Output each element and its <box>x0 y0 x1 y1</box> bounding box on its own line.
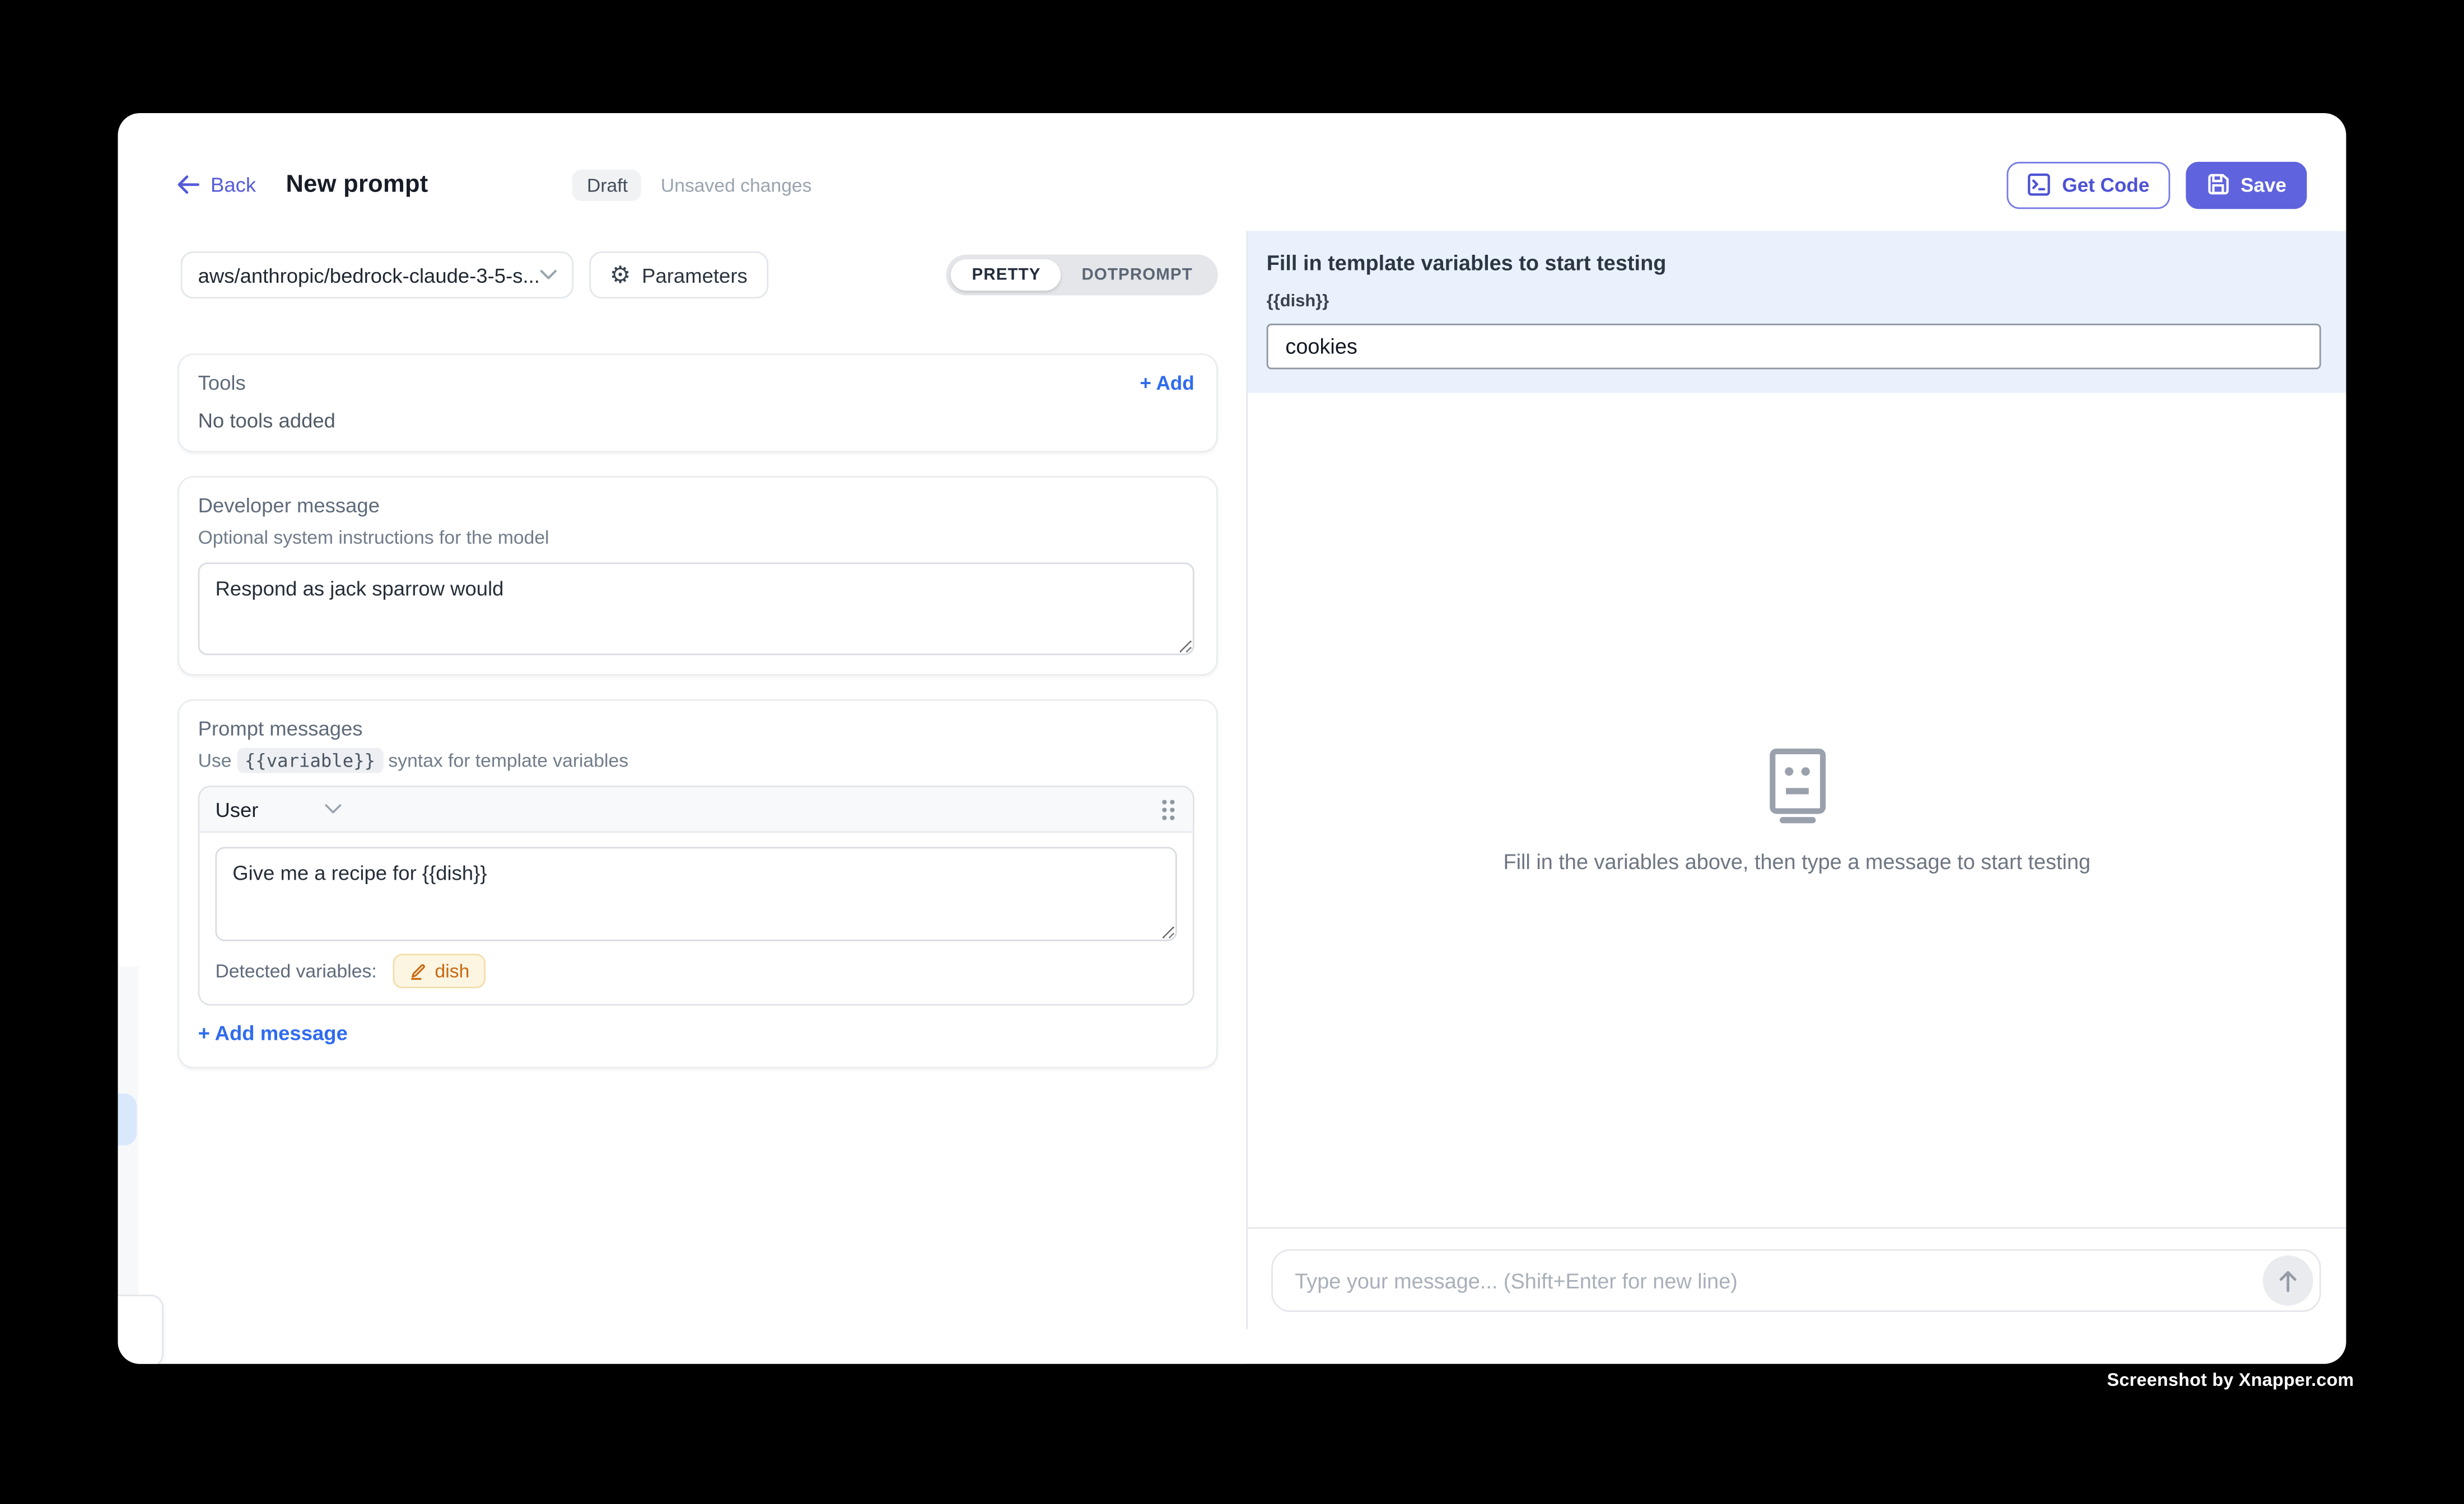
add-message-button[interactable]: + Add message <box>198 1021 1194 1045</box>
prompt-messages-subtitle: Use {{variable}} syntax for template var… <box>198 750 1194 772</box>
app-window: Back New prompt Draft Unsaved changes Ge… <box>118 113 2346 1364</box>
terminal-icon <box>2028 173 2051 197</box>
sidebar-active-item-fragment <box>118 1094 137 1146</box>
chat-input-row <box>1248 1227 2346 1329</box>
get-code-button[interactable]: Get Code <box>2007 161 2170 208</box>
body-split: aws/anthropic/bedrock-claude-3-5-s... ⚙ … <box>118 231 2346 1363</box>
tools-title: Tools <box>198 371 246 394</box>
parameters-label: Parameters <box>642 263 748 287</box>
tools-card: Tools + Add No tools added <box>178 353 1218 452</box>
model-toolbar: aws/anthropic/bedrock-claude-3-5-s... ⚙ … <box>181 251 1218 298</box>
add-tool-button[interactable]: + Add <box>1140 372 1194 394</box>
chat-message-input[interactable] <box>1292 1267 2263 1294</box>
status-badge: Draft <box>573 169 642 200</box>
test-panel: Fill in template variables to start test… <box>1246 231 2346 1329</box>
variable-name-label: {{dish}} <box>1267 292 2321 311</box>
variable-badge-dish[interactable]: dish <box>393 954 486 988</box>
detected-variables-row: Detected variables: dish <box>215 954 1177 988</box>
parameters-button[interactable]: ⚙ Parameters <box>589 251 768 298</box>
model-selector[interactable]: aws/anthropic/bedrock-claude-3-5-s... <box>181 251 574 298</box>
developer-message-textarea[interactable]: Respond as jack sparrow would <box>198 563 1194 656</box>
screenshot-root: Back New prompt Draft Unsaved changes Ge… <box>0 0 2464 1503</box>
save-floppy-icon <box>2206 173 2229 197</box>
watermark-text: Screenshot by Xnapper.com <box>2107 1372 2354 1391</box>
prompt-messages-card: Prompt messages Use {{variable}} syntax … <box>178 699 1218 1068</box>
subtitle-suffix: syntax for template variables <box>383 750 628 772</box>
get-code-label: Get Code <box>2062 174 2149 195</box>
message-role-header: User <box>199 787 1192 833</box>
test-panel-title: Fill in template variables to start test… <box>1267 251 2321 275</box>
variable-value-input[interactable] <box>1267 324 2321 369</box>
gear-icon: ⚙ <box>610 263 631 287</box>
prompt-editor-panel: aws/anthropic/bedrock-claude-3-5-s... ⚙ … <box>118 231 1246 1363</box>
detected-variables-label: Detected variables: <box>215 960 376 982</box>
chat-input-container <box>1271 1249 2321 1312</box>
subtitle-prefix: Use <box>198 750 237 772</box>
view-mode-toggle: PRETTY DOTPROMPT <box>947 255 1218 296</box>
developer-message-card: Developer message Optional system instru… <box>178 476 1218 675</box>
empty-state-text: Fill in the variables above, then type a… <box>1503 849 2090 873</box>
chevron-down-icon[interactable] <box>324 803 343 815</box>
developer-message-subtitle: Optional system instructions for the mod… <box>198 526 1194 548</box>
save-button[interactable]: Save <box>2186 161 2307 208</box>
chevron-down-icon <box>539 269 558 281</box>
drag-handle-icon[interactable] <box>1160 797 1177 821</box>
header: Back New prompt Draft Unsaved changes Ge… <box>118 113 2346 231</box>
message-block: User Give me a recipe for {{dish}} <box>198 786 1194 1006</box>
back-button[interactable]: Back <box>176 173 256 197</box>
toggle-pretty[interactable]: PRETTY <box>951 259 1061 291</box>
role-select[interactable]: User <box>215 797 258 821</box>
unsaved-changes-text: Unsaved changes <box>661 174 812 195</box>
corner-card-fragment <box>118 1295 163 1363</box>
back-arrow-icon <box>176 174 199 194</box>
model-selector-value: aws/anthropic/bedrock-claude-3-5-s... <box>198 263 539 287</box>
back-label: Back <box>211 173 256 197</box>
toggle-dotprompt[interactable]: DOTPROMPT <box>1061 259 1213 291</box>
chat-empty-state: Fill in the variables above, then type a… <box>1248 393 2346 1227</box>
pencil-icon <box>408 961 427 980</box>
tools-empty-text: No tools added <box>198 409 1194 432</box>
variable-badge-label: dish <box>435 960 470 982</box>
prompt-messages-title: Prompt messages <box>198 717 1194 740</box>
developer-message-title: Developer message <box>198 493 1194 517</box>
page-title: New prompt <box>286 170 428 199</box>
message-body: Give me a recipe for {{dish}} Detected v… <box>199 833 1192 1004</box>
variable-syntax-chip: {{variable}} <box>237 748 383 773</box>
arrow-up-icon <box>2277 1269 2299 1292</box>
robot-face-icon <box>1766 747 1828 823</box>
template-variables-panel: Fill in template variables to start test… <box>1248 231 2346 393</box>
save-label: Save <box>2241 174 2286 195</box>
message-textarea[interactable]: Give me a recipe for {{dish}} <box>215 847 1177 941</box>
send-button[interactable] <box>2263 1255 2313 1306</box>
